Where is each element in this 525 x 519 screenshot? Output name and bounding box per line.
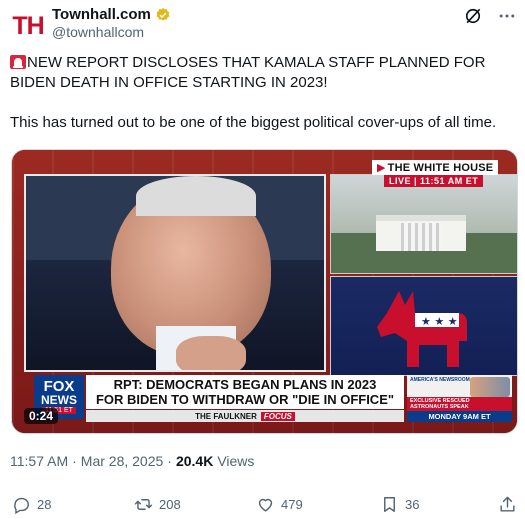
network-logo-bottom: NEWS [41, 393, 77, 407]
repost-icon [134, 499, 153, 510]
svg-text:★ ★ ★: ★ ★ ★ [421, 315, 458, 328]
tweet-text-line-1: NEW REPORT DISCLOSES THAT KAMALA STAFF P… [10, 53, 520, 93]
repost-button[interactable]: 208 [134, 495, 181, 514]
tweet-headline-text: NEW REPORT DISCLOSES THAT KAMALA STAFF P… [10, 54, 486, 91]
tweet-actions: 28 208 479 36 [10, 495, 520, 519]
meta-separator-2: · [167, 453, 172, 469]
white-house-columns [401, 223, 441, 251]
tweet-meta: 11:57 AM · Mar 28, 2025 · 20.4K Views [10, 453, 254, 469]
author-name-row: Townhall.com [52, 6, 171, 23]
video-main-shot [24, 174, 326, 372]
views-label: Views [217, 453, 255, 469]
heart-icon [258, 498, 273, 512]
live-badge: LIVE | 11:51 AM ET [384, 175, 484, 187]
promo-people-image [470, 377, 510, 397]
avatar-logo: TH [12, 11, 44, 40]
repost-count: 208 [159, 497, 181, 512]
show-name: THE FAULKNER [195, 411, 257, 421]
author-display-name[interactable]: Townhall.com [52, 6, 151, 23]
location-label: ▶ THE WHITE HOUSE [372, 160, 499, 175]
hand-shape [176, 336, 246, 370]
chyron-headline: RPT: DEMOCRATS BEGAN PLANS IN 2023 FOR B… [86, 375, 404, 409]
video-duration: 0:24 [24, 408, 59, 424]
meta-separator: · [72, 453, 77, 469]
hair-shape [136, 176, 256, 216]
reply-icon [14, 497, 29, 514]
author-handle[interactable]: @townhallcom [52, 24, 144, 40]
bookmark-icon [384, 497, 395, 512]
location-label-text: THE WHITE HOUSE [387, 162, 494, 174]
promo-box: AMERICA'S NEWSROOM EXCLUSIVE RESCUED AST… [407, 375, 512, 422]
verified-badge-icon [156, 7, 170, 21]
bookmark-button[interactable]: 36 [380, 495, 419, 514]
grok-icon[interactable] [463, 6, 483, 26]
like-button[interactable]: 479 [256, 495, 303, 514]
tweet-text: NEW REPORT DISCLOSES THAT KAMALA STAFF P… [10, 53, 520, 133]
share-icon [500, 496, 515, 512]
views-count[interactable]: 20.4K [176, 453, 213, 469]
show-bar: THE FAULKNER FOCUS [86, 410, 404, 422]
more-options-icon[interactable] [497, 6, 517, 26]
promo-exclusive: EXCLUSIVE RESCUED ASTRONAUTS SPEAK [407, 397, 512, 411]
network-logo-top: FOX [43, 378, 75, 395]
chyron-line-2: FOR BIDEN TO WITHDRAW OR "DIE IN OFFICE" [95, 392, 395, 407]
share-button[interactable] [498, 495, 517, 514]
promo-time: MONDAY 9AM ET [407, 411, 512, 422]
reply-count: 28 [37, 497, 52, 512]
bookmark-count: 36 [405, 497, 420, 512]
promo-brand: AMERICA'S NEWSROOM [410, 377, 470, 383]
play-arrow-icon: ▶ [377, 162, 386, 174]
democrat-donkey-icon: ★ ★ ★ [377, 291, 467, 367]
siren-emoji-icon [10, 55, 26, 69]
header-actions [463, 6, 517, 26]
video-player[interactable]: ▶ THE WHITE HOUSE LIVE | 11:51 AM ET ★ ★ … [11, 149, 518, 434]
democrat-logo-shot: ★ ★ ★ [330, 276, 517, 376]
reply-button[interactable]: 28 [12, 495, 51, 514]
chyron-line-1: RPT: DEMOCRATS BEGAN PLANS IN 2023 [113, 377, 377, 392]
like-count: 479 [281, 497, 303, 512]
tweet-text-line-2: This has turned out to be one of the big… [10, 114, 497, 131]
post-date[interactable]: Mar 28, 2025 [81, 453, 164, 469]
post-time[interactable]: 11:57 AM [10, 453, 68, 469]
avatar[interactable]: TH [8, 6, 48, 46]
tweet: TH Townhall.com @townhallcom NEW REPORT … [0, 0, 525, 519]
show-tag: FOCUS [260, 411, 295, 421]
white-house-shot [330, 174, 517, 274]
lower-third: FOX NEWS 11:51 ET RPT: DEMOCRATS BEGAN P… [34, 373, 512, 425]
